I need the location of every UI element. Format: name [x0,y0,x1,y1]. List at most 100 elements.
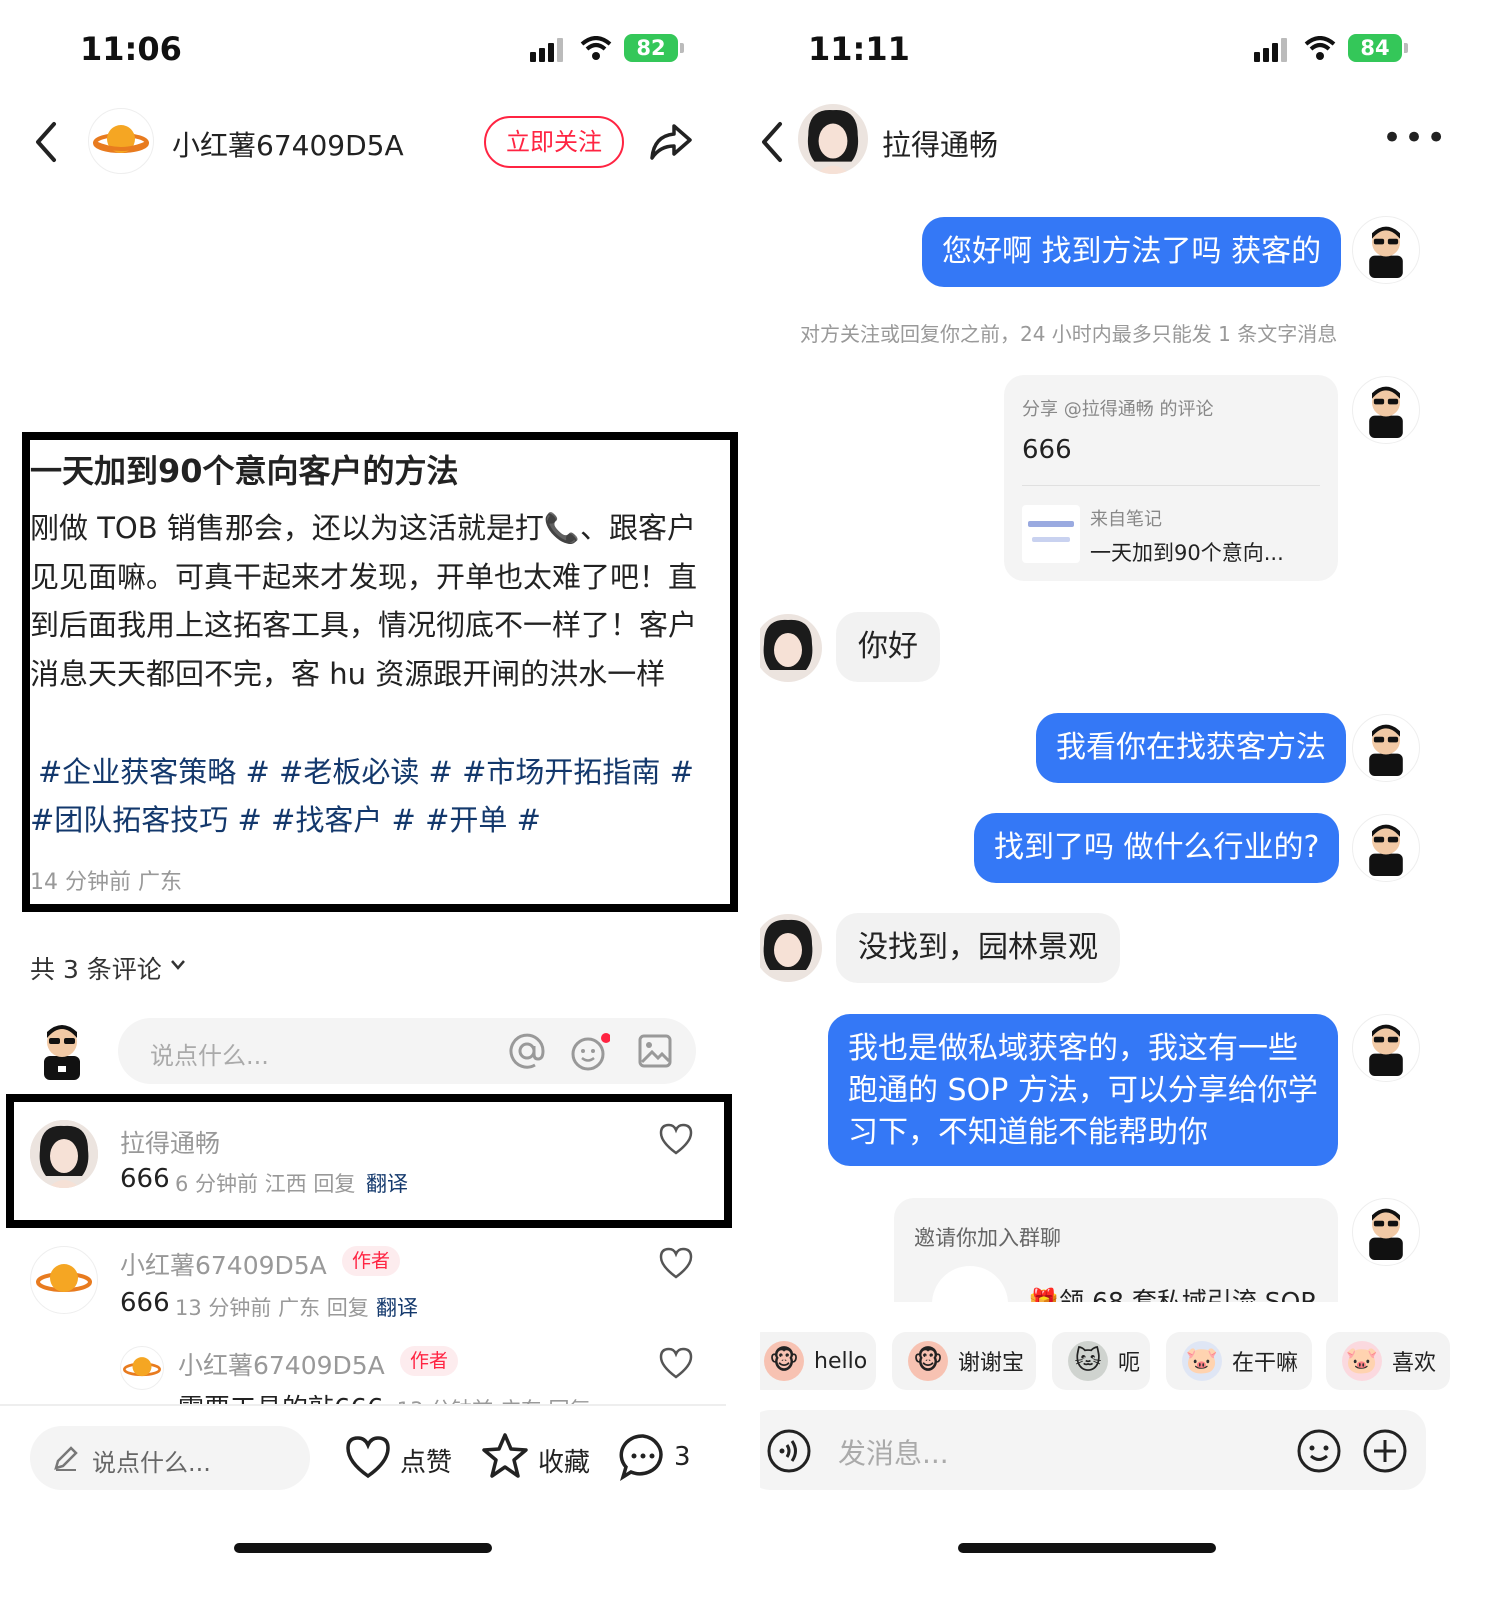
quick-reply-chip[interactable]: 🐵 hello [760,1332,876,1390]
comment-input[interactable]: 说点什么... [118,1018,696,1084]
status-time: 11:11 [808,30,910,68]
comment-author[interactable]: 小红薯67409D5A [120,1246,327,1282]
post-tags-line-2[interactable]: #团队拓客技巧 # #找客户 # #开单 # [30,796,541,844]
collect-label[interactable]: 收藏 [538,1442,590,1479]
sent-message[interactable]: 您好啊 找到方法了吗 获客的 [922,217,1342,287]
commenter-avatar[interactable] [30,1120,98,1188]
sent-message[interactable]: 找到了吗 做什么行业的? [974,813,1340,883]
pencil-icon [54,1446,78,1471]
my-avatar[interactable] [1352,714,1420,782]
emoji-icon[interactable] [1296,1428,1342,1474]
my-avatar[interactable] [1352,1014,1420,1082]
battery-indicator: 84 [1348,34,1408,62]
cartoon-man-icon [1369,1208,1403,1260]
follow-button[interactable]: 立即关注 [484,116,624,168]
image-icon[interactable] [636,1032,674,1070]
author-name[interactable]: 小红薯67409D5A [172,124,404,164]
my-avatar[interactable] [1352,216,1420,284]
translate-link[interactable]: 翻译 [376,1292,418,1322]
comment-count[interactable]: 3 [674,1442,691,1472]
share-value: 666 [1022,435,1072,465]
group-invite-card[interactable]: 邀请你加入群聊 🎁领 68 套私域引流 SOP [894,1198,1338,1302]
contact-avatar[interactable] [760,914,822,982]
sticker-icon: 🐱 [1068,1341,1108,1381]
shared-comment-card[interactable]: 分享 @拉得通畅 的评论 666 来自笔记 一天加到90个意向... [1004,375,1338,581]
cartoon-man-icon [44,1025,80,1080]
quick-reply-chip[interactable]: 🐷 喜欢 [1326,1332,1450,1390]
sent-message[interactable]: 我看你在找获客方法 [1036,713,1346,783]
heart-icon[interactable] [658,1122,694,1156]
sticker-icon: 🐷 [1182,1341,1222,1381]
comment-bubble-icon[interactable] [618,1432,668,1482]
received-message[interactable]: 你好 [836,612,940,682]
author-badge: 作者 [400,1346,459,1376]
wifi-icon [1304,36,1336,60]
comment-text: 666 [120,1164,170,1194]
emoji-icon[interactable] [570,1032,610,1072]
comment-meta[interactable]: 6 分钟前 江西 回复 [175,1168,355,1198]
quick-reply-chip[interactable]: 🐱 呃 [1052,1332,1150,1390]
reply-avatar[interactable] [120,1346,164,1390]
home-indicator[interactable] [958,1543,1216,1553]
quick-reply-label: 谢谢宝 [958,1351,1025,1376]
back-icon[interactable] [28,118,64,166]
note-thumbnail [1022,505,1080,563]
bottom-comment-input[interactable]: 说点什么... [30,1426,310,1490]
quick-reply-chip[interactable]: 🐵 谢谢宝 [892,1332,1036,1390]
portrait-icon [798,104,868,174]
like-label[interactable]: 点赞 [400,1442,452,1479]
quick-reply-label: 喜欢 [1392,1351,1437,1376]
received-message[interactable]: 没找到，园林景观 [836,913,1120,983]
my-avatar [28,1016,96,1084]
post-tags-line-1[interactable]: #企业获客策略 # #老板必读 # #市场开拓指南 # [38,748,694,796]
portrait-icon [30,1120,98,1188]
system-notice: 对方关注或回复你之前，24 小时内最多只能发 1 条文字消息 [800,322,1338,346]
comment-author[interactable]: 拉得通畅 [120,1124,220,1160]
heart-icon[interactable] [658,1246,694,1280]
like-icon[interactable] [344,1434,392,1480]
commenter-avatar[interactable] [30,1246,98,1314]
share-title: 分享 @拉得通畅 的评论 [1022,399,1214,420]
share-note-title: 一天加到90个意向... [1090,541,1284,565]
at-mention-icon[interactable] [508,1032,546,1070]
author-avatar[interactable] [88,108,154,174]
star-icon[interactable] [480,1432,530,1480]
bottom-input-placeholder: 说点什么... [92,1449,211,1477]
back-icon[interactable] [760,118,790,166]
voice-icon[interactable] [766,1428,812,1474]
my-avatar[interactable] [1352,814,1420,882]
chevron-down-icon[interactable] [170,958,186,972]
contact-avatar[interactable] [760,614,822,682]
quick-reply-chip[interactable]: 🐷 在干嘛 [1166,1332,1312,1390]
portrait-icon [760,914,822,982]
post-title: 一天加到90个意向客户的方法 [30,452,459,490]
heart-icon[interactable] [658,1346,694,1380]
comment-meta[interactable]: 13 分钟前 广东 回复 [175,1292,369,1322]
portrait-icon [760,614,822,682]
sent-message[interactable]: 我也是做私域获客的，我这有一些跑通的 SOP 方法，可以分享给你学习下，不知道能… [828,1014,1338,1166]
post-meta: 14 分钟前 广东 [30,870,182,895]
invite-title: 邀请你加入群聊 [914,1226,1061,1250]
sticker-icon: 🐵 [764,1341,804,1381]
reply-author[interactable]: 小红薯67409D5A [178,1346,385,1382]
share-icon[interactable] [648,118,694,164]
translate-link[interactable]: 翻译 [366,1168,408,1198]
invite-text: 🎁领 68 套私域引流 SOP [1028,1287,1316,1302]
message-input[interactable]: 发消息... [760,1410,1426,1490]
planet-icon [93,125,149,153]
post-body: 刚做 TOB 销售那会，还以为这活就是打📞、跟客户见见面嘛。可真干起来才发现，开… [30,511,698,691]
my-avatar[interactable] [1352,376,1420,444]
my-avatar[interactable] [1352,1198,1420,1266]
cartoon-man-icon [1369,1024,1403,1076]
home-indicator[interactable] [234,1543,492,1553]
quick-reply-label: 呃 [1118,1351,1141,1376]
contact-name[interactable]: 拉得通畅 [882,122,998,164]
planet-icon [36,1264,92,1292]
comments-count[interactable]: 共 3 条评论 [30,950,162,986]
divider [0,1404,726,1406]
cartoon-man-icon [1369,226,1403,278]
cartoon-man-icon [1369,824,1403,876]
more-icon[interactable]: ••• [1382,118,1448,158]
contact-avatar[interactable] [798,104,868,174]
add-icon[interactable] [1362,1428,1408,1474]
